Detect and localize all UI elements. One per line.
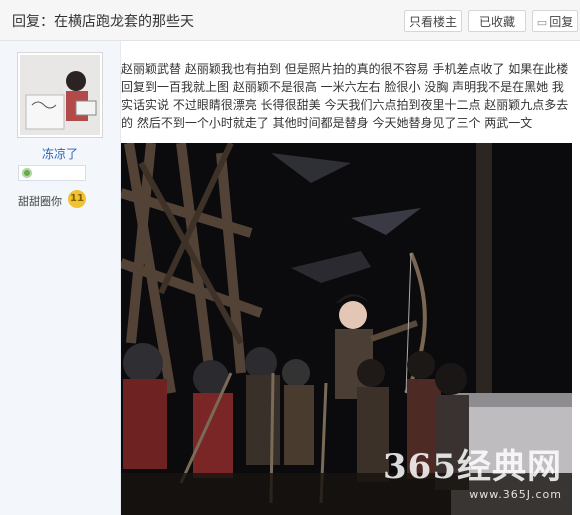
favorite-button[interactable]: 已收藏 (468, 10, 526, 32)
honor-label: 甜甜圈你 (18, 195, 62, 208)
reply-button[interactable]: ▭ 回复 (532, 10, 578, 32)
level-badge (18, 165, 86, 181)
page-title: 回复：在横店跑龙套的那些天 (12, 14, 194, 30)
avatar-image (20, 55, 100, 135)
user-sidebar: 冻凉了 甜甜圈你 11 (0, 41, 121, 515)
watermark-logo: 365经典网 (383, 447, 562, 487)
reply-icon: ▭ (536, 16, 548, 29)
watermark: 365经典网 www.365J.com (383, 439, 562, 501)
avatar[interactable] (18, 53, 102, 137)
honor-level-badge: 11 (68, 190, 86, 208)
post-photo[interactable]: 365经典网 www.365J.com (121, 143, 572, 515)
level-icon (22, 168, 32, 178)
author-only-button[interactable]: 只看楼主 (404, 10, 462, 32)
post-header: 回复：在横店跑龙套的那些天 只看楼主 已收藏 ▭ 回复 (0, 0, 580, 41)
watermark-url: www.365J.com (469, 488, 562, 501)
username-link[interactable]: 冻凉了 (0, 145, 120, 162)
post-text: 赵丽颖武替 赵丽颖我也有拍到 但是照片拍的真的很不容易 手机差点收了 如果在此楼… (121, 62, 569, 130)
reply-label: 回复 (549, 15, 574, 29)
